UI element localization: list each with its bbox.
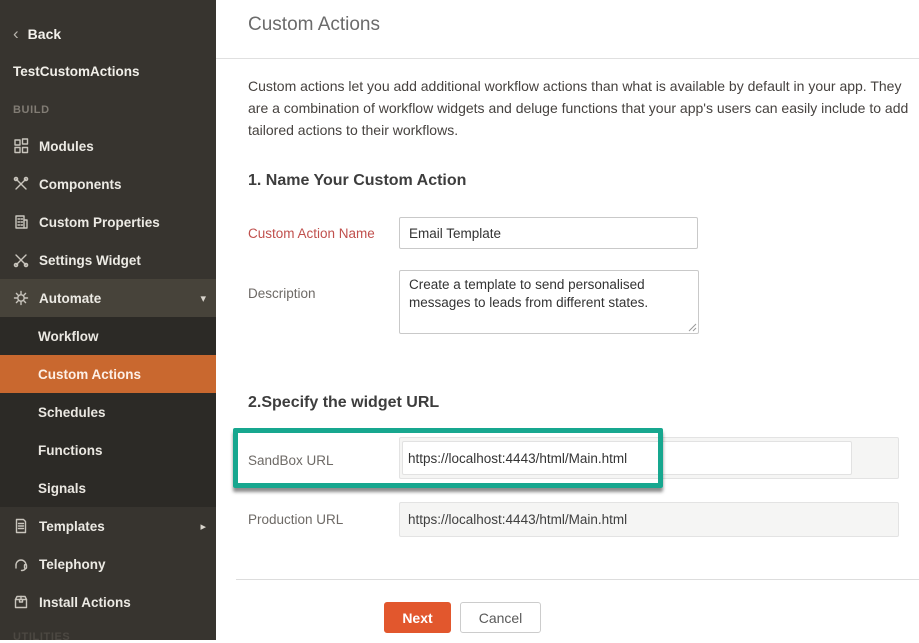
- sandbox-url-label: SandBox URL: [248, 453, 334, 468]
- sidebar-item-label: Settings Widget: [39, 253, 141, 268]
- sidebar: ‹ Back TestCustomActions BUILD Modules C…: [0, 0, 216, 640]
- description-label: Description: [248, 286, 316, 301]
- custom-action-name-label: Custom Action Name: [248, 226, 375, 241]
- section1-heading: 1. Name Your Custom Action: [248, 172, 466, 190]
- gear-icon: [12, 290, 29, 307]
- header-divider: [216, 58, 919, 59]
- next-button[interactable]: Next: [384, 602, 451, 633]
- tools-icon: [12, 176, 29, 193]
- production-url-field: https://localhost:4443/html/Main.html: [399, 502, 899, 537]
- sidebar-item-install-actions[interactable]: Install Actions: [0, 583, 216, 621]
- sidebar-item-telephony[interactable]: Telephony: [0, 545, 216, 583]
- description-textarea[interactable]: Create a template to send personalised m…: [399, 270, 699, 334]
- sidebar-subitem-label: Functions: [38, 443, 103, 458]
- cancel-button-label: Cancel: [479, 610, 523, 626]
- section2-heading: 2.Specify the widget URL: [248, 394, 439, 412]
- production-url-label: Production URL: [248, 512, 343, 527]
- sidebar-item-label: Modules: [39, 139, 94, 154]
- sidebar-item-label: Custom Properties: [39, 215, 160, 230]
- production-url-value: https://localhost:4443/html/Main.html: [408, 503, 627, 536]
- chevron-left-icon: ‹: [13, 25, 19, 42]
- sidebar-subitem-label: Workflow: [38, 329, 99, 344]
- section-label-build: BUILD: [13, 104, 50, 116]
- sidebar-item-label: Telephony: [39, 557, 106, 572]
- sidebar-item-automate[interactable]: Automate ▾: [0, 279, 216, 317]
- app-name: TestCustomActions: [13, 64, 140, 79]
- sandbox-url-value: https://localhost:4443/html/Main.html: [408, 438, 627, 478]
- automate-submenu: Workflow Custom Actions Schedules Functi…: [0, 317, 216, 507]
- building-icon: [12, 214, 29, 231]
- back-button[interactable]: ‹ Back: [13, 25, 61, 42]
- modules-grid-icon: [12, 138, 29, 155]
- package-icon: [12, 594, 29, 611]
- sandbox-url-field[interactable]: https://localhost:4443/html/Main.html: [399, 437, 899, 479]
- custom-action-name-input[interactable]: [399, 217, 698, 249]
- sidebar-item-templates[interactable]: Templates ▸: [0, 507, 216, 545]
- chevron-down-icon: ▾: [200, 292, 206, 305]
- sidebar-subitem-label: Signals: [38, 481, 86, 496]
- headset-icon: [12, 556, 29, 573]
- page-title: Custom Actions: [248, 14, 380, 36]
- sidebar-subitem-signals[interactable]: Signals: [0, 469, 216, 507]
- next-button-label: Next: [402, 610, 432, 626]
- sidebar-item-settings-widget[interactable]: Settings Widget: [0, 241, 216, 279]
- sidebar-subitem-workflow[interactable]: Workflow: [0, 317, 216, 355]
- sidebar-item-label: Install Actions: [39, 595, 131, 610]
- intro-text: Custom actions let you add additional wo…: [248, 76, 910, 142]
- sidebar-item-label: Components: [39, 177, 122, 192]
- sidebar-item-label: Automate: [39, 291, 101, 306]
- sidebar-item-modules[interactable]: Modules: [0, 127, 216, 165]
- main-content: Custom Actions Custom actions let you ad…: [216, 0, 919, 640]
- back-label: Back: [28, 26, 61, 42]
- sidebar-item-custom-properties[interactable]: Custom Properties: [0, 203, 216, 241]
- description-field-wrap: Create a template to send personalised m…: [399, 270, 699, 334]
- tools-icon: [12, 252, 29, 269]
- sidebar-subitem-functions[interactable]: Functions: [0, 431, 216, 469]
- footer-divider: [236, 579, 919, 580]
- sidebar-subitem-schedules[interactable]: Schedules: [0, 393, 216, 431]
- chevron-right-icon: ▸: [200, 520, 206, 533]
- section-label-utilities: UTILITIES: [13, 631, 70, 643]
- sidebar-subitem-label: Custom Actions: [38, 367, 141, 382]
- sidebar-subitem-label: Schedules: [38, 405, 106, 420]
- sidebar-item-label: Templates: [39, 519, 105, 534]
- document-icon: [12, 518, 29, 535]
- sidebar-item-components[interactable]: Components: [0, 165, 216, 203]
- cancel-button[interactable]: Cancel: [460, 602, 541, 633]
- sidebar-subitem-custom-actions[interactable]: Custom Actions: [0, 355, 216, 393]
